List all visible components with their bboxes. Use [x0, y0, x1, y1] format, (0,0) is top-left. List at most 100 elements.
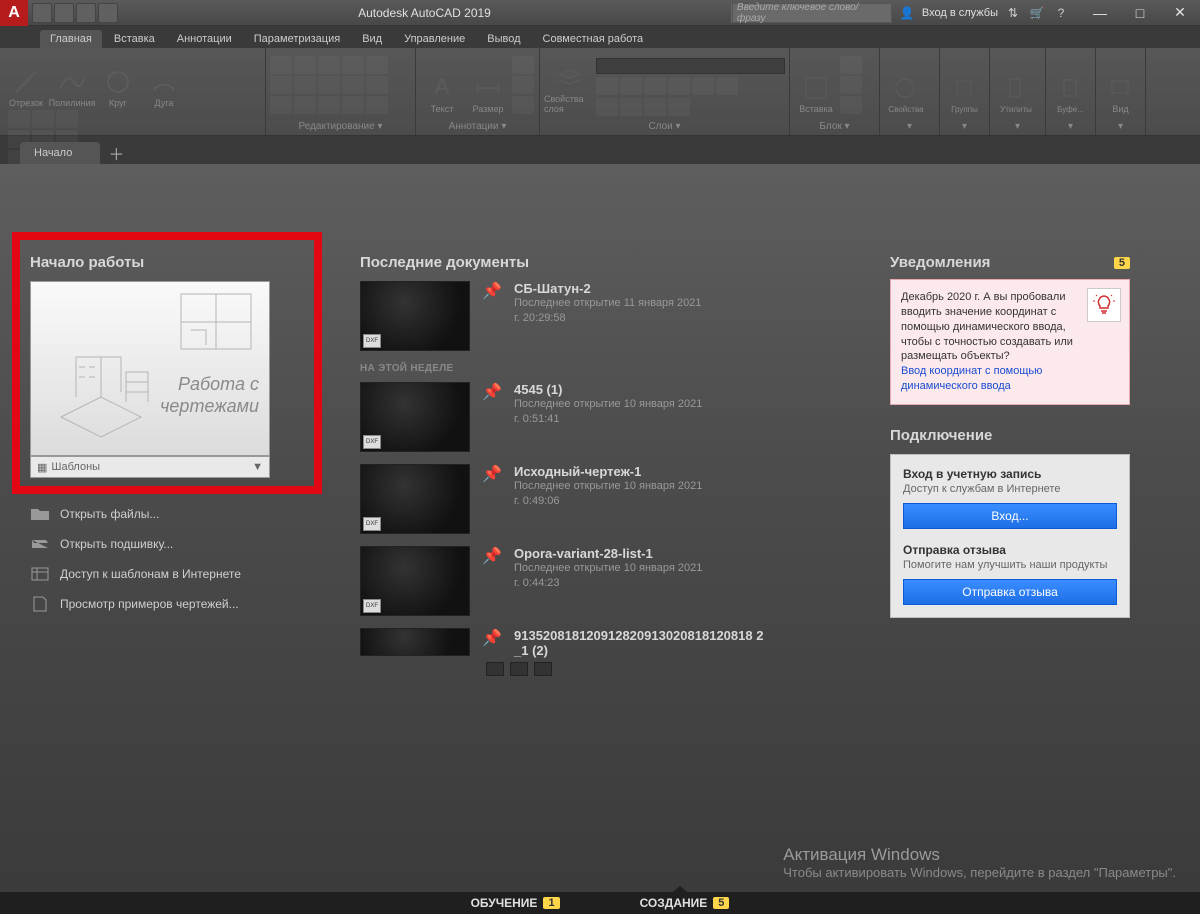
- tool-insert[interactable]: Вставка: [794, 56, 838, 114]
- qat-dropdown-icon[interactable]: [98, 3, 118, 23]
- pin-icon[interactable]: 📌: [484, 384, 500, 400]
- tool-view[interactable]: Вид: [1100, 56, 1141, 114]
- notification-card[interactable]: Декабрь 2020 г. А вы пробовали вводить з…: [890, 279, 1130, 405]
- modify-tool-icon[interactable]: [270, 76, 292, 94]
- doc-tab-start[interactable]: Начало: [20, 142, 100, 164]
- maximize-button[interactable]: □: [1120, 0, 1160, 26]
- tool-utilities[interactable]: Утилиты: [994, 56, 1038, 114]
- minimize-button[interactable]: ―: [1080, 0, 1120, 26]
- tab-parametric[interactable]: Параметризация: [244, 30, 350, 48]
- signin-label[interactable]: Вход в службы: [922, 7, 998, 19]
- annot-tool-icon[interactable]: [512, 56, 534, 74]
- recent-doc-item[interactable]: DXF 📌 Opora-variant-28-list-1Последнее о…: [360, 546, 860, 616]
- tab-manage[interactable]: Управление: [394, 30, 475, 48]
- layer-tool-icon[interactable]: [692, 77, 714, 95]
- tool-clipboard[interactable]: Буфе...: [1050, 56, 1091, 114]
- layer-tool-icon[interactable]: [716, 77, 738, 95]
- block-tool-icon[interactable]: [840, 76, 862, 94]
- tab-insert[interactable]: Вставка: [104, 30, 165, 48]
- qat-new-icon[interactable]: [32, 3, 52, 23]
- tool-dimension[interactable]: Размер: [466, 56, 510, 114]
- modify-tool-icon[interactable]: [366, 76, 388, 94]
- layer-tool-icon[interactable]: [644, 77, 666, 95]
- layer-tool-icon[interactable]: [668, 98, 690, 116]
- draw-tool-icon[interactable]: [32, 110, 54, 128]
- recent-doc-item[interactable]: DXF 📌 Исходный-чертеж-1Последнее открыти…: [360, 464, 860, 534]
- sample-drawings-link[interactable]: Просмотр примеров чертежей...: [30, 596, 330, 612]
- search-input[interactable]: Введите ключевое слово/фразу: [732, 3, 892, 23]
- signin-icon[interactable]: 👤: [898, 4, 916, 22]
- open-sheetset-link[interactable]: Открыть подшивку...: [30, 536, 330, 552]
- pin-icon[interactable]: 📌: [484, 466, 500, 482]
- cart-icon[interactable]: 🛒: [1028, 4, 1046, 22]
- tool-properties[interactable]: Свойства: [884, 56, 928, 114]
- panel-label[interactable]: Слои ▾: [544, 120, 785, 133]
- view-detail-icon[interactable]: [534, 662, 552, 676]
- modify-tool-icon[interactable]: [318, 56, 340, 74]
- online-templates-link[interactable]: Доступ к шаблонам в Интернете: [30, 566, 330, 582]
- recent-doc-item[interactable]: 📌 913520818120912820913020818120818 2_1 …: [360, 628, 860, 658]
- modify-tool-icon[interactable]: [270, 96, 292, 114]
- pin-icon[interactable]: 📌: [484, 283, 500, 299]
- qat-open-icon[interactable]: [54, 3, 74, 23]
- bottom-create[interactable]: СОЗДАНИЕ5: [640, 896, 730, 910]
- modify-tool-icon[interactable]: [294, 96, 316, 114]
- layer-tool-icon[interactable]: [620, 77, 642, 95]
- tool-arc[interactable]: Дуга: [142, 50, 186, 108]
- modify-tool-icon[interactable]: [342, 76, 364, 94]
- tab-output[interactable]: Вывод: [477, 30, 530, 48]
- tool-layer-properties[interactable]: Свойства слоя: [544, 56, 594, 114]
- tab-view[interactable]: Вид: [352, 30, 392, 48]
- layer-tool-icon[interactable]: [644, 98, 666, 116]
- layer-tool-icon[interactable]: [620, 98, 642, 116]
- pin-icon[interactable]: 📌: [484, 630, 500, 646]
- start-drawing-tile[interactable]: Работа с чертежами: [30, 281, 270, 456]
- tool-line[interactable]: Отрезок: [4, 50, 48, 108]
- panel-label[interactable]: Аннотации ▾: [420, 120, 535, 133]
- draw-tool-icon[interactable]: [56, 110, 78, 128]
- modify-tool-icon[interactable]: [318, 96, 340, 114]
- signin-button[interactable]: Вход...: [903, 503, 1117, 529]
- modify-tool-icon[interactable]: [366, 56, 388, 74]
- feedback-button[interactable]: Отправка отзыва: [903, 579, 1117, 605]
- panel-label[interactable]: Блок ▾: [794, 120, 875, 133]
- modify-tool-icon[interactable]: [342, 56, 364, 74]
- tab-collaborate[interactable]: Совместная работа: [533, 30, 654, 48]
- panel-label[interactable]: ▾: [1100, 120, 1141, 133]
- block-tool-icon[interactable]: [840, 96, 862, 114]
- exchange-icon[interactable]: ⇅: [1004, 4, 1022, 22]
- tab-home[interactable]: Главная: [40, 30, 102, 48]
- modify-tool-icon[interactable]: [366, 96, 388, 114]
- panel-label[interactable]: ▾: [994, 120, 1041, 133]
- panel-label[interactable]: ▾: [944, 120, 985, 133]
- panel-label[interactable]: Редактирование ▾: [270, 120, 411, 133]
- modify-tool-icon[interactable]: [294, 76, 316, 94]
- block-tool-icon[interactable]: [840, 56, 862, 74]
- annot-tool-icon[interactable]: [512, 96, 534, 114]
- layer-tool-icon[interactable]: [596, 77, 618, 95]
- modify-tool-icon[interactable]: [270, 56, 292, 74]
- help-icon[interactable]: ?: [1052, 4, 1070, 22]
- modify-tool-icon[interactable]: [342, 96, 364, 114]
- close-button[interactable]: ✕: [1160, 0, 1200, 26]
- tool-circle[interactable]: Круг: [96, 50, 140, 108]
- notification-link[interactable]: Ввод координат с помощью динамического в…: [901, 364, 1119, 394]
- draw-tool-icon[interactable]: [8, 110, 30, 128]
- tool-polyline[interactable]: Полилиния: [50, 50, 94, 108]
- view-grid-icon[interactable]: [510, 662, 528, 676]
- layer-tool-icon[interactable]: [596, 98, 618, 116]
- bottom-learn[interactable]: ОБУЧЕНИЕ1: [471, 896, 560, 910]
- new-tab-button[interactable]: ＋: [104, 142, 128, 164]
- pin-icon[interactable]: 📌: [484, 548, 500, 564]
- modify-tool-icon[interactable]: [294, 56, 316, 74]
- recent-doc-item[interactable]: DXF 📌 4545 (1)Последнее открытие 10 янва…: [360, 382, 860, 452]
- annot-tool-icon[interactable]: [512, 76, 534, 94]
- panel-label[interactable]: ▾: [1050, 120, 1091, 133]
- panel-label[interactable]: ▾: [884, 120, 935, 133]
- tool-groups[interactable]: Группы: [944, 56, 985, 114]
- tab-annotate[interactable]: Аннотации: [167, 30, 242, 48]
- layer-tool-icon[interactable]: [668, 77, 690, 95]
- recent-doc-item[interactable]: DXF 📌 СБ-Шатун-2Последнее открытие 11 ян…: [360, 281, 860, 351]
- view-list-icon[interactable]: [486, 662, 504, 676]
- open-files-link[interactable]: Открыть файлы...: [30, 506, 330, 522]
